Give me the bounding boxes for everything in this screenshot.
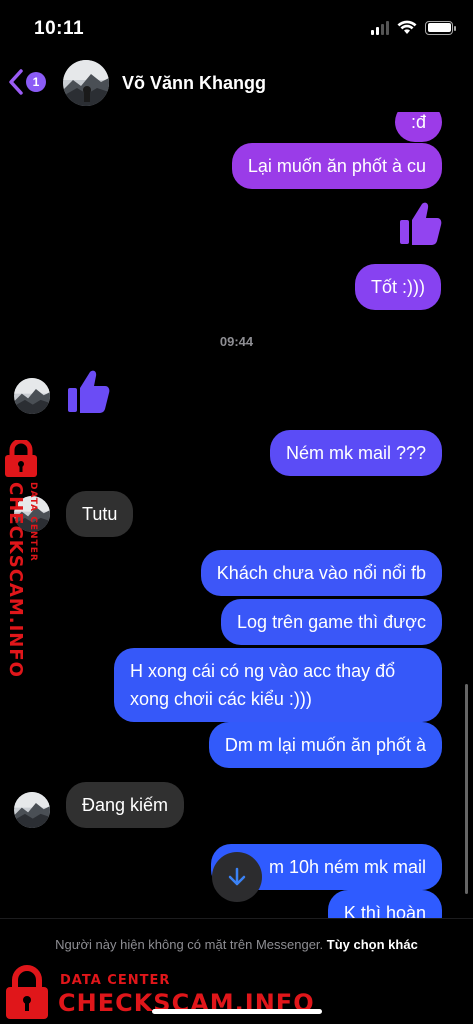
signal-icon (371, 20, 389, 35)
watermark-vertical-small: DATA CENTER (28, 482, 38, 562)
message-incoming[interactable]: Đang kiếm (66, 782, 185, 828)
message-outgoing[interactable]: Dm m lại muốn ăn phốt à (208, 722, 442, 768)
watermark-bottom-small: DATA CENTER (60, 973, 171, 988)
message-outgoing[interactable]: K thì hoàn (327, 890, 442, 918)
status-time: 10:11 (34, 18, 85, 39)
lock-icon (6, 965, 48, 1019)
message-outgoing[interactable]: Ném mk mail ??? (269, 430, 442, 476)
message-outgoing[interactable]: Tốt :))) (355, 264, 441, 310)
message-outgoing[interactable]: Khách chưa vào nổi nổi fb (200, 550, 442, 596)
footer-notice: Người này hiện không có mặt trên Messeng… (40, 935, 433, 955)
message-outgoing[interactable]: Lại muốn ăn phốt à cu (231, 143, 442, 189)
scroll-to-bottom-button[interactable] (212, 852, 262, 902)
arrow-down-icon (228, 867, 246, 886)
footer: Người này hiện không có mặt trên Messeng… (0, 918, 473, 1024)
back-chevron-icon (9, 69, 23, 95)
status-bar: 10:11 (0, 0, 473, 52)
message-incoming[interactable]: Tutu (66, 491, 134, 537)
conversation-header: 1 Võ Vănn Khangg (0, 52, 473, 112)
contact-avatar-small (14, 378, 50, 414)
offline-notice: Người này hiện không có mặt trên Messeng… (55, 937, 324, 952)
message-outgoing[interactable]: :đ (394, 112, 442, 142)
lock-icon (5, 438, 37, 477)
contact-avatar[interactable] (63, 60, 109, 106)
thumbs-up-icon[interactable] (66, 368, 110, 416)
contact-avatar-small (14, 792, 50, 828)
status-icons (371, 20, 456, 35)
wifi-icon (397, 20, 417, 34)
home-indicator[interactable] (152, 1009, 322, 1014)
back-button[interactable]: 1 (8, 67, 58, 97)
contact-name[interactable]: Võ Vănn Khangg (122, 73, 266, 94)
watermark-vertical: CHECKSCAM.INFO DATA CENTER (3, 438, 53, 678)
message-outgoing[interactable]: Log trên game thì được (221, 599, 442, 645)
message-list[interactable]: :đ Lại muốn ăn phốt à cu Tốt :))) 09:44 … (0, 112, 473, 918)
thumbs-up-icon[interactable] (398, 200, 442, 248)
timestamp: 09:44 (219, 334, 254, 349)
message-outgoing[interactable]: H xong cái có ng vào acc thay đổ xong ch… (114, 648, 442, 722)
unread-badge: 1 (26, 72, 46, 92)
more-options-link[interactable]: Tùy chọn khác (327, 937, 418, 952)
scrollbar[interactable] (465, 684, 468, 894)
battery-icon (425, 20, 456, 35)
watermark-bottom: DATA CENTER CHECKSCAM.INFO (0, 965, 473, 1024)
watermark-vertical-big: CHECKSCAM.INFO (5, 482, 26, 678)
